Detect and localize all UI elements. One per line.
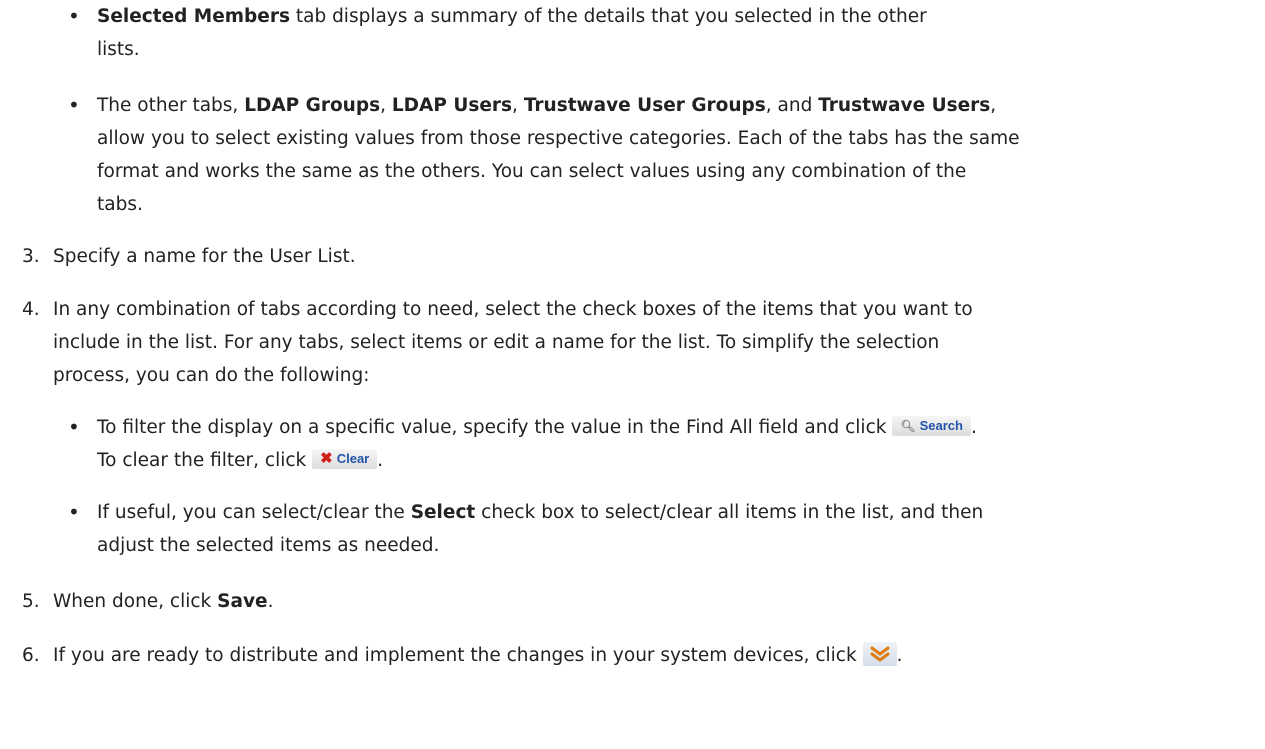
step-5: When done, click Save.: [53, 585, 273, 618]
red-x-icon: ✖: [320, 450, 333, 467]
text: lists.: [97, 39, 140, 60]
text: check box to select/clear all items in t…: [475, 502, 984, 523]
tab-name-trustwave-user-groups: Trustwave User Groups: [523, 95, 766, 116]
text: ,: [990, 95, 997, 116]
bullet-marker: •: [68, 4, 80, 28]
text: tab displays a summary of the details th…: [289, 6, 927, 27]
text: format and works the same as the others.…: [97, 161, 967, 182]
text: process, you can do the following:: [53, 365, 370, 386]
double-chevron-down-icon: [870, 646, 890, 662]
text: In any combination of tabs according to …: [53, 299, 973, 320]
tab-name-ldap-groups: LDAP Groups: [244, 95, 381, 116]
search-button[interactable]: 🔍︎ Search: [892, 416, 971, 436]
step-4: In any combination of tabs according to …: [53, 293, 973, 392]
text: include in the list. For any tabs, selec…: [53, 332, 940, 353]
step-number: 3.: [22, 246, 40, 267]
text: , and: [765, 95, 819, 116]
text: The other tabs,: [97, 95, 245, 116]
save-button-name: Save: [217, 591, 268, 612]
text: .: [970, 417, 977, 438]
search-button-label: Search: [919, 418, 963, 433]
tab-name-ldap-users: LDAP Users: [391, 95, 513, 116]
step-number: 5.: [22, 591, 40, 612]
text: .: [896, 645, 903, 666]
step-3: Specify a name for the User List.: [53, 240, 356, 273]
distribute-button[interactable]: [862, 642, 897, 666]
text: ,: [380, 95, 392, 116]
bullet-select-checkbox: If useful, you can select/clear the Sele…: [97, 496, 983, 562]
bullet-marker: •: [68, 500, 80, 524]
bullet-marker: •: [68, 415, 80, 439]
text: adjust the selected items as needed.: [97, 535, 440, 556]
text: .: [267, 591, 274, 612]
step-number: 4.: [22, 299, 40, 320]
bullet-other-tabs: The other tabs, LDAP Groups, LDAP Users,…: [97, 89, 1020, 221]
text: ,: [512, 95, 524, 116]
text: When done, click: [53, 591, 218, 612]
text: allow you to select existing values from…: [97, 128, 1020, 149]
text: tabs.: [97, 194, 143, 215]
text: If you are ready to distribute and imple…: [53, 645, 863, 666]
step-6: If you are ready to distribute and imple…: [53, 639, 902, 672]
bullet-selected-members: Selected Members tab displays a summary …: [97, 0, 927, 66]
select-checkbox-name: Select: [410, 502, 476, 523]
text: Specify a name for the User List.: [53, 246, 356, 267]
tab-name-trustwave-users: Trustwave Users: [818, 95, 991, 116]
text: To filter the display on a specific valu…: [97, 417, 893, 438]
document-page: • Selected Members tab displays a summar…: [0, 0, 1265, 749]
bullet-marker: •: [68, 93, 80, 117]
bullet-filter: To filter the display on a specific valu…: [97, 411, 977, 477]
step-number: 6.: [22, 645, 40, 666]
text: .: [377, 450, 384, 471]
text: If useful, you can select/clear the: [97, 502, 411, 523]
text: To clear the filter, click: [97, 450, 313, 471]
magnifier-icon: 🔍︎: [900, 419, 916, 433]
clear-button-label: Clear: [336, 451, 370, 466]
tab-name-selected-members: Selected Members: [97, 6, 290, 27]
clear-button[interactable]: ✖ Clear: [312, 449, 378, 469]
